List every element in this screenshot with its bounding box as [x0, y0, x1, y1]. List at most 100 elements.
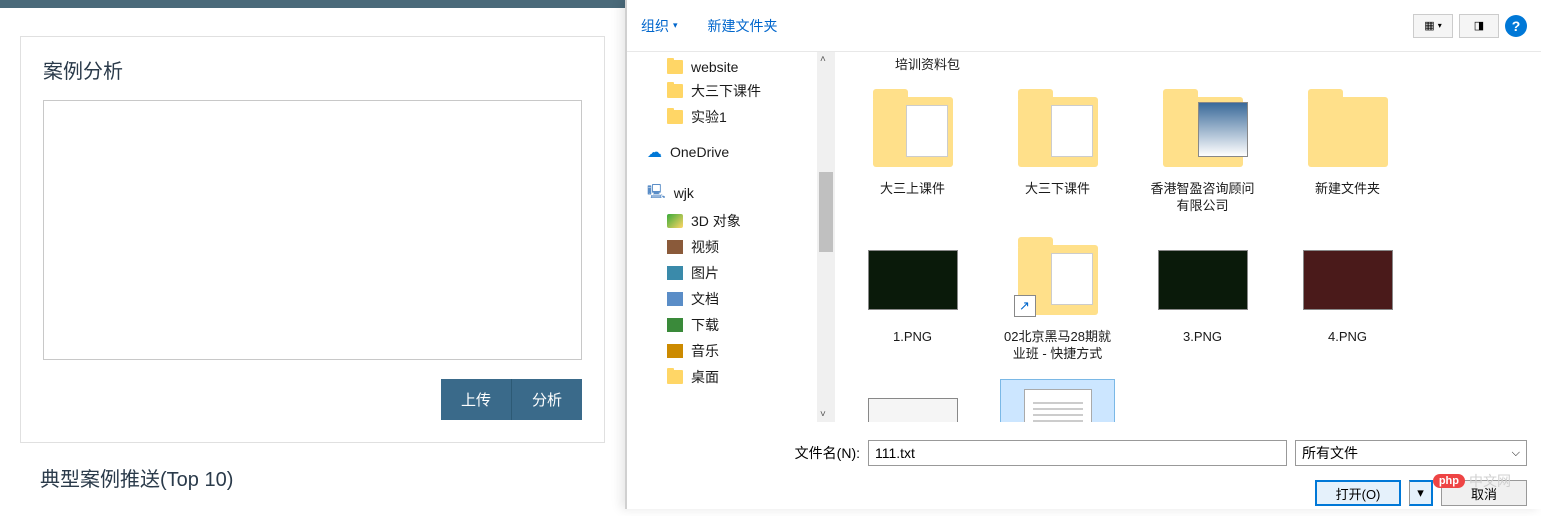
file-label: 1.PNG	[893, 329, 932, 346]
open-dropdown-button[interactable]: ▾	[1409, 480, 1433, 506]
toolbar-right: ▦ ◨ ?	[1413, 14, 1527, 38]
subtitle: 典型案例推送(Top 10)	[40, 463, 625, 492]
folder-thumb-icon: ↗	[1018, 245, 1098, 315]
dialog-button-row: 打开(O) ▾ 取消	[627, 480, 1527, 506]
case-textarea[interactable]	[43, 100, 582, 360]
files-container: 大三上课件 大三下课件 香港智盈咨询顾问有限公司 新建文件夹 1.PNG ↗ 02…	[855, 83, 1531, 422]
file-label: 新建文件夹	[1315, 181, 1380, 198]
help-icon[interactable]: ?	[1505, 15, 1527, 37]
dialog-body: website 大三下课件 实验1 ☁ OneDrive 🖳 wjk 3D 对象 视…	[627, 52, 1541, 422]
file-label: 大三上课件	[880, 181, 945, 198]
file-item[interactable]: 香港智盈咨询顾问有限公司	[1145, 83, 1260, 221]
obj-icon	[667, 214, 683, 228]
file-item[interactable]: 1.PNG	[855, 231, 970, 369]
scroll-thumb[interactable]	[819, 172, 833, 252]
upload-button[interactable]: 上传	[441, 379, 511, 420]
file-open-dialog: 组织 新建文件夹 ▦ ◨ ? website 大三下课件 实验1 ☁ OneDri…	[625, 0, 1541, 509]
text-file-icon	[1024, 389, 1092, 422]
preview-pane-button[interactable]: ◨	[1459, 14, 1499, 38]
filename-label: 文件名(N):	[787, 443, 860, 463]
cancel-button[interactable]: 取消	[1441, 480, 1527, 506]
file-label: 02北京黑马28期就业班 - 快捷方式	[1002, 329, 1113, 363]
organize-dropdown[interactable]: 组织	[641, 16, 678, 36]
file-grid: 培训资料包 大三上课件 大三下课件 香港智盈咨询顾问有限公司 新建文件夹 1.P…	[835, 52, 1541, 422]
scroll-up-icon[interactable]: ˄	[820, 54, 826, 65]
download-icon	[667, 318, 683, 332]
image-thumb-icon	[868, 398, 958, 422]
nav-item-documents[interactable]: 文档	[647, 286, 817, 312]
nav-label: 实验1	[691, 107, 727, 127]
new-folder-button[interactable]: 新建文件夹	[708, 16, 778, 36]
file-label: 香港智盈咨询顾问有限公司	[1147, 181, 1258, 215]
image-thumb-icon	[868, 250, 958, 310]
file-label: 3.PNG	[1183, 329, 1222, 346]
cloud-icon: ☁	[647, 143, 662, 161]
nav-item-downloads[interactable]: 下载	[647, 312, 817, 338]
nav-scrollbar[interactable]: ˄ ˅	[817, 52, 835, 422]
nav-label: 3D 对象	[691, 211, 741, 231]
nav-item-pictures[interactable]: 图片	[647, 260, 817, 286]
filter-label: 所有文件	[1302, 443, 1358, 463]
nav-label: OneDrive	[670, 144, 729, 160]
card-title: 案例分析	[43, 55, 582, 84]
video-icon	[667, 240, 683, 254]
folder-thumb-icon	[1163, 97, 1243, 167]
webpage-panel: 案例分析 上传 分析 典型案例推送(Top 10)	[0, 0, 625, 509]
pc-icon: 🖳	[647, 181, 666, 205]
nav-label: 大三下课件	[691, 81, 761, 101]
button-row: 上传 分析	[43, 379, 582, 420]
navigation-pane[interactable]: website 大三下课件 实验1 ☁ OneDrive 🖳 wjk 3D 对象 视…	[627, 52, 817, 422]
view-mode-button[interactable]: ▦	[1413, 14, 1453, 38]
folder-icon	[667, 84, 683, 98]
nav-item-pc[interactable]: 🖳 wjk	[647, 178, 817, 208]
file-filter-dropdown[interactable]: 所有文件	[1295, 440, 1527, 466]
analysis-card: 案例分析 上传 分析	[20, 36, 605, 443]
image-thumb-icon	[1158, 250, 1248, 310]
nav-item-video[interactable]: 视频	[647, 234, 817, 260]
folder-thumb-icon	[873, 97, 953, 167]
pane-icon: ◨	[1474, 19, 1484, 32]
file-item[interactable]: 3.PNG	[1145, 231, 1260, 369]
file-label: 4.PNG	[1328, 329, 1367, 346]
nav-item-courseware[interactable]: 大三下课件	[647, 78, 817, 104]
folder-icon	[667, 110, 683, 124]
nav-item-experiment[interactable]: 实验1	[647, 104, 817, 130]
file-item[interactable]: 大三上课件	[855, 83, 970, 221]
nav-item-music[interactable]: 音乐	[647, 338, 817, 364]
nav-label: 音乐	[691, 341, 719, 361]
music-icon	[667, 344, 683, 358]
document-icon	[667, 292, 683, 306]
file-item[interactable]: 新建文件夹	[1290, 83, 1405, 221]
open-button[interactable]: 打开(O)	[1315, 480, 1401, 506]
dialog-toolbar: 组织 新建文件夹 ▦ ◨ ?	[627, 0, 1541, 52]
image-thumb-icon	[1303, 250, 1393, 310]
file-item[interactable]: ↗ 02北京黑马28期就业班 - 快捷方式	[1000, 231, 1115, 369]
grid-header: 培训资料包	[855, 52, 1531, 73]
nav-label: 视频	[691, 237, 719, 257]
folder-thumb-icon	[1018, 97, 1098, 167]
dialog-footer: 文件名(N): 所有文件 打开(O) ▾ 取消	[627, 422, 1541, 516]
analyze-button[interactable]: 分析	[511, 379, 582, 420]
thumbnail-icon: ▦	[1424, 19, 1434, 32]
nav-item-onedrive[interactable]: ☁ OneDrive	[647, 140, 817, 164]
filename-row: 文件名(N): 所有文件	[627, 440, 1527, 466]
nav-item-3d[interactable]: 3D 对象	[647, 208, 817, 234]
scroll-down-icon[interactable]: ˅	[820, 409, 826, 420]
file-item[interactable]: 大三下课件	[1000, 83, 1115, 221]
nav-item-website[interactable]: website	[647, 56, 817, 78]
toolbar-left: 组织 新建文件夹	[641, 16, 778, 36]
nav-item-desktop[interactable]: 桌面	[647, 364, 817, 390]
shortcut-icon: ↗	[1014, 295, 1036, 317]
top-bar	[0, 0, 625, 8]
nav-label: wjk	[674, 185, 694, 201]
image-icon	[667, 266, 683, 280]
folder-icon	[667, 60, 683, 74]
file-item[interactable]: 4.PNG	[1290, 231, 1405, 369]
nav-label: website	[691, 59, 738, 75]
folder-icon	[667, 370, 683, 384]
filename-input[interactable]	[868, 440, 1287, 466]
file-item-selected[interactable]: 111.txt	[1000, 379, 1115, 422]
folder-thumb-icon	[1308, 97, 1388, 167]
nav-label: 桌面	[691, 367, 719, 387]
file-item[interactable]: 5.PNG	[855, 379, 970, 422]
